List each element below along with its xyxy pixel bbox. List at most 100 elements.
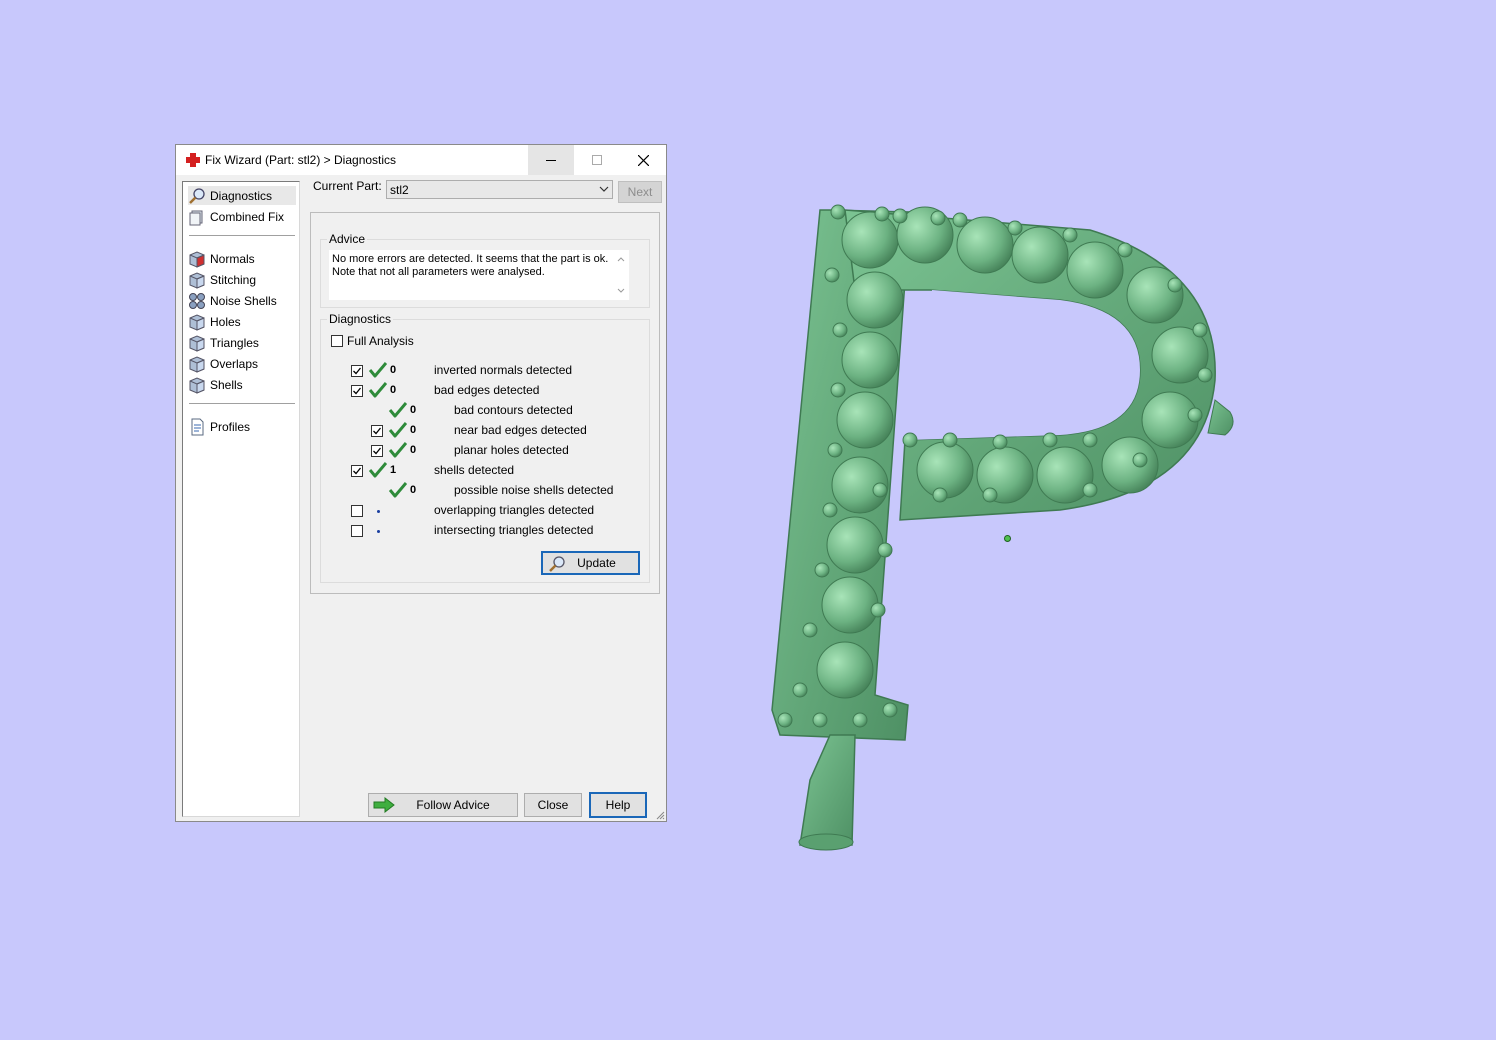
- full-analysis-checkbox[interactable]: [331, 335, 343, 347]
- sidebar-item-label: Stitching: [210, 272, 257, 287]
- small-sphere: [1082, 432, 1098, 448]
- sidebar-item-label: Diagnostics: [210, 188, 273, 203]
- current-part-select[interactable]: stl2: [386, 180, 613, 199]
- sidebar-item-label: Triangles: [210, 335, 259, 350]
- not-analysed-dot-icon: [377, 510, 380, 513]
- sidebar-item-label: Normals: [210, 251, 255, 266]
- large-sphere: [956, 216, 1014, 274]
- diagnostic-label: possible noise shells detected: [454, 483, 614, 497]
- advice-text-line1: No more errors are detected. It seems th…: [332, 253, 609, 265]
- large-sphere: [1101, 436, 1159, 494]
- diagnostic-label: overlapping triangles detected: [434, 503, 595, 517]
- small-sphere: [832, 322, 848, 338]
- noise-shells-icon: [189, 292, 205, 309]
- 3d-model-letter-p[interactable]: [760, 190, 1250, 860]
- diagnostics-group-title: Diagnostics: [327, 312, 394, 326]
- help-button[interactable]: Help: [589, 792, 647, 818]
- minimize-icon: [546, 160, 556, 161]
- sidebar-item-shells[interactable]: Shells: [188, 375, 296, 394]
- sidebar-item-diagnostics[interactable]: Diagnostics: [188, 186, 296, 205]
- small-sphere: [982, 487, 998, 503]
- small-sphere: [812, 712, 828, 728]
- small-sphere: [1082, 482, 1098, 498]
- chevron-down-icon: [599, 186, 609, 192]
- resize-grip-icon[interactable]: [655, 810, 665, 820]
- small-sphere: [777, 712, 793, 728]
- small-sphere: [827, 442, 843, 458]
- update-button[interactable]: Update: [541, 551, 640, 575]
- sidebar-item-label: Profiles: [210, 419, 251, 434]
- small-sphere: [870, 602, 886, 618]
- small-sphere: [952, 212, 968, 228]
- large-sphere: [821, 576, 879, 634]
- sidebar-item-normals[interactable]: Normals: [188, 249, 296, 268]
- small-sphere: [824, 267, 840, 283]
- small-sphere: [802, 622, 818, 638]
- window-title: Fix Wizard (Part: stl2) > Diagnostics: [205, 153, 397, 167]
- small-sphere: [892, 208, 908, 224]
- small-sphere: [814, 562, 830, 578]
- large-sphere: [841, 211, 899, 269]
- small-sphere: [872, 482, 888, 498]
- green-check-status-icon: [368, 462, 388, 478]
- magnifier-icon: [549, 556, 565, 572]
- close-window-button[interactable]: [620, 145, 666, 175]
- checkmark-icon: [353, 467, 362, 475]
- sidebar-item-overlaps[interactable]: Overlaps: [188, 354, 296, 373]
- small-sphere: [902, 432, 918, 448]
- sidebar-item-triangles[interactable]: Triangles: [188, 333, 296, 352]
- diagnostic-count: 0: [410, 484, 417, 496]
- scroll-up-icon[interactable]: [616, 254, 626, 264]
- advice-text-line2: Note that not all parameters were analys…: [332, 266, 545, 278]
- sidebar-item-label: Combined Fix: [210, 209, 285, 224]
- checkmark-icon: [373, 447, 382, 455]
- title-bar[interactable]: Fix Wizard (Part: stl2) > Diagnostics: [176, 145, 666, 175]
- minimize-button[interactable]: [528, 145, 574, 175]
- next-button[interactable]: Next: [618, 181, 662, 203]
- diagnostic-count: 0: [410, 424, 417, 436]
- small-sphere: [1007, 220, 1023, 236]
- sidebar-item-combined-fix[interactable]: Combined Fix: [188, 207, 296, 226]
- red-cross-icon: [186, 153, 200, 167]
- green-check-status-icon: [388, 442, 408, 458]
- small-sphere: [1117, 242, 1133, 258]
- scroll-down-icon[interactable]: [616, 286, 626, 296]
- small-sphere: [852, 712, 868, 728]
- small-sphere: [830, 382, 846, 398]
- large-sphere: [836, 391, 894, 449]
- sidebar-item-label: Shells: [210, 377, 243, 392]
- small-sphere: [992, 434, 1008, 450]
- diagnostic-checkbox[interactable]: [351, 525, 363, 537]
- sidebar-item-profiles[interactable]: Profiles: [188, 417, 296, 436]
- large-sphere: [816, 641, 874, 699]
- diagnostic-checkbox[interactable]: [351, 465, 363, 477]
- diagnostic-label: bad contours detected: [454, 403, 573, 417]
- small-sphere: [877, 542, 893, 558]
- green-check-status-icon: [388, 482, 408, 498]
- advice-textbox[interactable]: No more errors are detected. It seems th…: [329, 250, 629, 300]
- green-check-status-icon: [388, 422, 408, 438]
- small-sphere: [942, 432, 958, 448]
- maximize-button[interactable]: [574, 145, 620, 175]
- close-button[interactable]: Close: [524, 793, 582, 817]
- diagnostic-count: 1: [390, 464, 397, 476]
- small-sphere: [1062, 227, 1078, 243]
- sidebar-item-noise-shells[interactable]: Noise Shells: [188, 291, 296, 310]
- diagnostic-checkbox[interactable]: [351, 505, 363, 517]
- follow-advice-label: Follow Advice: [416, 798, 490, 812]
- diagnostic-checkbox[interactable]: [371, 445, 383, 457]
- diagnostic-checkbox[interactable]: [371, 425, 383, 437]
- update-button-label: Update: [577, 556, 616, 570]
- follow-advice-button[interactable]: Follow Advice: [368, 793, 518, 817]
- checkmark-icon: [373, 427, 382, 435]
- pivot-point-marker: [1004, 535, 1011, 542]
- diagnostic-checkbox[interactable]: [351, 385, 363, 397]
- sidebar-item-holes[interactable]: Holes: [188, 312, 296, 331]
- diagnostic-label: shells detected: [434, 463, 515, 477]
- diagnostic-checkbox[interactable]: [351, 365, 363, 377]
- diagnostic-label: intersecting triangles detected: [434, 523, 594, 537]
- not-analysed-dot-icon: [377, 530, 380, 533]
- profiles-document-icon: [191, 418, 204, 435]
- sidebar-item-stitching[interactable]: Stitching: [188, 270, 296, 289]
- diagnostic-label: inverted normals detected: [434, 363, 573, 377]
